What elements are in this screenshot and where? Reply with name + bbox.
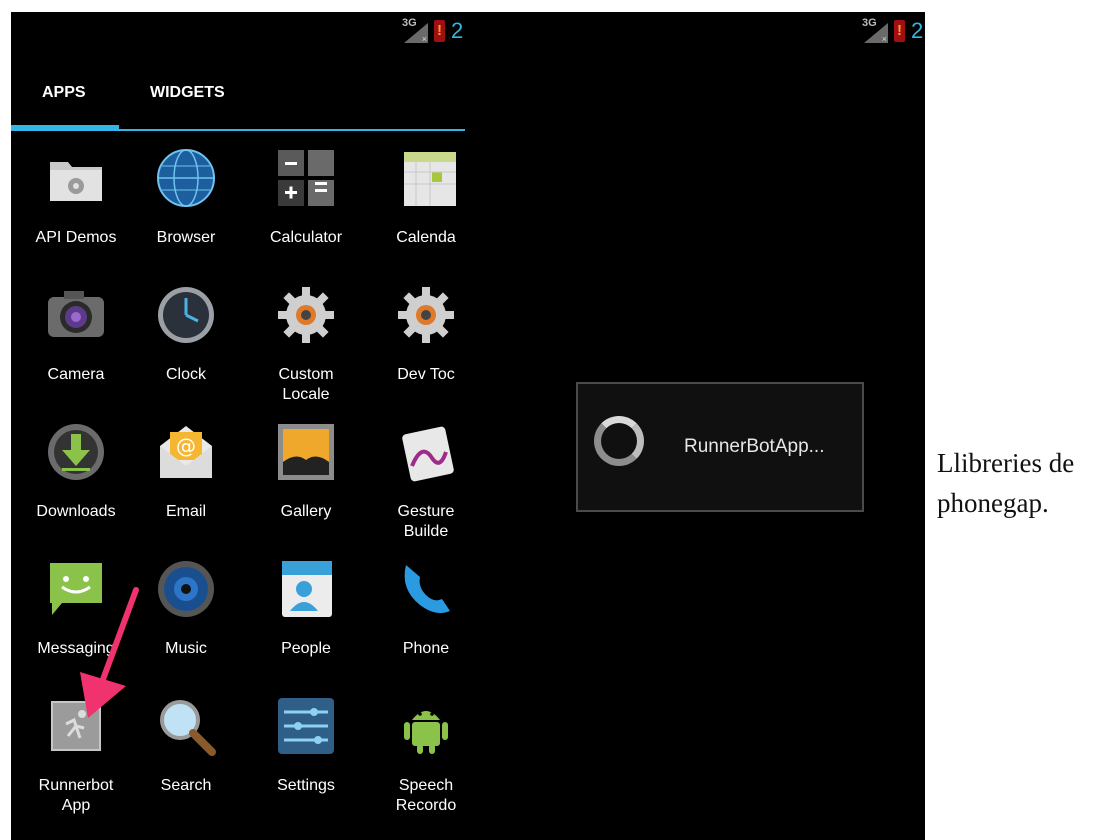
gallery-icon xyxy=(278,424,334,480)
app-label: Speech Recordo xyxy=(395,777,457,814)
pointer-arrow xyxy=(80,587,139,718)
calendar-icon xyxy=(404,152,456,206)
app-calendar[interactable]: Calenda xyxy=(374,142,465,272)
phone-icon xyxy=(404,565,450,613)
magnifier-icon xyxy=(160,700,216,756)
loading-screen: 3G × ! 2 RunnerBotApp... xyxy=(465,12,925,840)
progress-dialog: RunnerBotApp... xyxy=(576,382,864,512)
app-gesture-builder[interactable]: Gesture Builde xyxy=(374,416,465,546)
app-browser[interactable]: Browser xyxy=(134,142,238,272)
app-label: Downloads xyxy=(36,503,116,520)
speaker-icon xyxy=(158,561,214,617)
app-speech-recorder[interactable]: Speech Recordo xyxy=(374,690,465,820)
caption-line-2: phonegap. xyxy=(937,488,1049,518)
app-label: API Demos xyxy=(35,229,117,246)
signal-3g-icon: 3G × xyxy=(862,17,888,44)
gear-icon xyxy=(278,287,334,343)
battery-alert-icon: ! xyxy=(434,20,445,42)
app-label: Search xyxy=(160,777,212,794)
app-people[interactable]: People xyxy=(254,553,358,683)
contact-card-icon xyxy=(282,561,332,617)
app-label: Dev Toc xyxy=(397,366,455,383)
app-settings[interactable]: Settings xyxy=(254,690,358,820)
app-label: Gallery xyxy=(280,503,332,520)
progress-message: RunnerBotApp... xyxy=(684,436,825,457)
app-downloads[interactable]: Downloads xyxy=(24,416,128,546)
app-clock[interactable]: Clock xyxy=(134,279,238,409)
status-bar: 3G × ! 2 xyxy=(862,12,925,50)
download-icon xyxy=(48,424,104,480)
app-camera[interactable]: Camera xyxy=(24,279,128,409)
caption-line-1: Llibreries de xyxy=(937,448,1075,478)
folder-gear-icon xyxy=(50,162,102,201)
app-label: People xyxy=(281,640,331,657)
tab-widgets[interactable]: WIDGETS xyxy=(150,84,225,102)
gear-icon xyxy=(398,287,454,343)
app-label: Runnerbot App xyxy=(38,777,114,814)
tab-selected-indicator xyxy=(11,125,119,131)
no-data-mark: × xyxy=(881,34,887,44)
drawer-tabs: APPS WIDGETS xyxy=(11,72,465,132)
app-label: Email xyxy=(165,503,206,520)
status-clock: 2 xyxy=(911,18,924,43)
tab-apps[interactable]: APPS xyxy=(42,84,86,102)
android-icon xyxy=(404,711,448,754)
app-label: Gesture Builde xyxy=(397,503,455,540)
calculator-icon xyxy=(278,150,334,206)
caption-text: Llibreries de phonegap. xyxy=(937,443,1074,523)
app-calculator[interactable]: Calculator xyxy=(254,142,358,272)
app-label: Custom Locale xyxy=(278,366,334,403)
signal-3g-icon: 3G × xyxy=(402,17,428,44)
app-api-demos[interactable]: API Demos xyxy=(24,142,128,272)
clock-icon xyxy=(158,287,214,343)
app-label: Calculator xyxy=(269,229,343,246)
battery-alert-icon: ! xyxy=(894,20,905,42)
app-gallery[interactable]: Gallery xyxy=(254,416,358,546)
sliders-icon xyxy=(278,698,334,754)
email-icon: @ xyxy=(160,426,212,478)
globe-icon xyxy=(157,149,215,207)
app-custom-locale[interactable]: Custom Locale xyxy=(254,279,358,409)
app-dev-tools[interactable]: Dev Toc xyxy=(374,279,465,409)
app-label: Calenda xyxy=(396,229,456,246)
app-label: Browser xyxy=(156,229,216,246)
status-clock: 2 xyxy=(451,18,464,43)
app-label: Camera xyxy=(47,366,105,383)
app-label: Clock xyxy=(165,366,206,383)
app-label: Phone xyxy=(402,640,450,657)
no-data-mark: × xyxy=(421,34,427,44)
app-label: Settings xyxy=(277,777,335,794)
camera-icon xyxy=(48,291,104,337)
status-bar: 3G × ! 2 xyxy=(402,12,465,50)
svg-text:@: @ xyxy=(176,434,196,458)
app-email[interactable]: @ Email xyxy=(134,416,238,546)
app-phone[interactable]: Phone xyxy=(374,553,465,683)
loading-spinner-icon xyxy=(594,416,644,466)
gesture-icon xyxy=(402,426,454,482)
